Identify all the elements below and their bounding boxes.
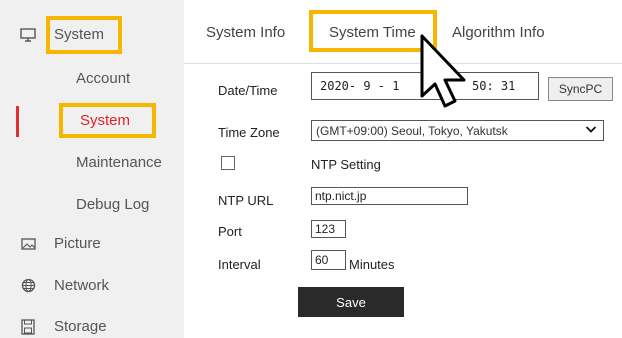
save-icon [20, 318, 36, 335]
globe-icon [20, 278, 36, 294]
ntp-url-input[interactable]: ntp.nict.jp [311, 187, 468, 205]
ntp-url-label: NTP URL [218, 193, 274, 208]
sidebar-item-label: Storage [54, 318, 107, 335]
port-label: Port [218, 224, 242, 239]
ntp-setting-checkbox[interactable] [221, 156, 235, 170]
interval-value: 60 [315, 253, 329, 267]
system-sub-highlight-box [59, 103, 156, 138]
mouse-pointer-icon [420, 34, 466, 108]
port-value: 123 [315, 222, 336, 236]
sync-pc-button[interactable]: SyncPC [548, 77, 613, 101]
sidebar-item-label: Account [76, 70, 131, 87]
port-input[interactable]: 123 [311, 220, 346, 238]
time-value: 50: 31 [472, 79, 516, 93]
sidebar-subitem-account[interactable]: Account [76, 70, 176, 87]
timezone-label: Time Zone [218, 125, 280, 140]
ntp-url-value: ntp.nict.jp [315, 189, 367, 203]
date-value: 2020- 9 - 1 [320, 79, 400, 93]
sidebar-item-label: Picture [54, 235, 101, 252]
interval-input[interactable]: 60 [311, 250, 346, 270]
timezone-value: (GMT+09:00) Seoul, Tokyo, Yakutsk [316, 123, 508, 138]
sidebar-item-label: Maintenance [76, 154, 162, 171]
sidebar-item-label: Debug Log [76, 196, 150, 213]
timezone-select[interactable]: (GMT+09:00) Seoul, Tokyo, Yakutsk [311, 120, 604, 141]
save-button[interactable]: Save [298, 287, 404, 317]
image-icon [20, 236, 36, 252]
sidebar-item-label: Network [54, 277, 110, 294]
sidebar-item-network[interactable]: Network [20, 277, 180, 294]
datetime-label: Date/Time [218, 83, 278, 98]
interval-unit-label: Minutes [349, 257, 395, 272]
system-highlight-box [46, 16, 122, 54]
active-indicator [16, 106, 19, 137]
sidebar-item-picture[interactable]: Picture [20, 235, 180, 252]
ntp-setting-label: NTP Setting [311, 157, 381, 172]
chevron-down-icon [585, 123, 597, 138]
interval-label: Interval [218, 257, 261, 272]
monitor-icon [20, 27, 36, 43]
sidebar-subitem-maintenance[interactable]: Maintenance [76, 154, 176, 171]
tab-system-info[interactable]: System Info [206, 24, 285, 41]
sidebar-item-storage[interactable]: Storage [20, 318, 180, 335]
sidebar: System Account System Maintenance Debug … [0, 0, 184, 338]
sidebar-subitem-debug-log[interactable]: Debug Log [76, 196, 176, 213]
